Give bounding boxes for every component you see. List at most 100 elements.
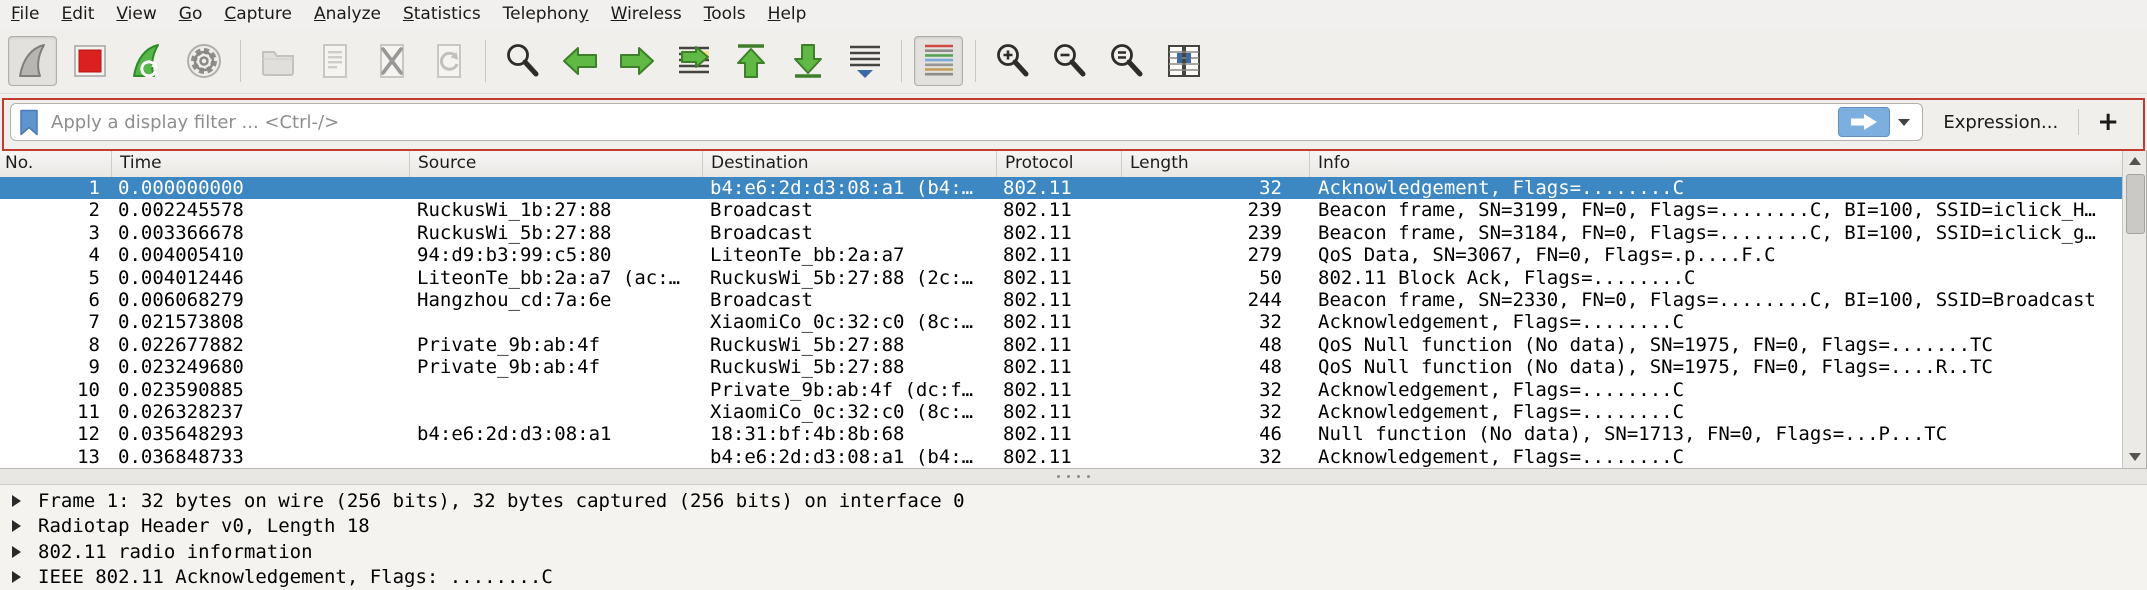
cell-destination: RuckusWi_5b:27:88 (2c:… xyxy=(703,267,997,289)
scrollbar-thumb[interactable] xyxy=(2126,174,2145,234)
packet-row-5[interactable]: 50.004012446LiteonTe_bb:2a:a7 (ac:…Rucku… xyxy=(0,267,2122,289)
menu-edit[interactable]: Edit xyxy=(50,0,105,29)
scroll-down-arrow[interactable] xyxy=(2123,446,2146,468)
add-filter-button[interactable]: + xyxy=(2079,109,2137,135)
column-header-source[interactable]: Source xyxy=(410,150,703,177)
apply-filter-button[interactable] xyxy=(1838,107,1890,137)
capture-options-button[interactable] xyxy=(179,36,228,86)
column-header-no[interactable]: No. xyxy=(0,150,112,177)
scroll-down-icon xyxy=(2129,453,2141,461)
packet-row-10[interactable]: 100.023590885Private_9b:ab:4f (dc:f…802.… xyxy=(0,379,2122,401)
cell-source: Private_9b:ab:4f xyxy=(410,356,703,378)
packet-row-6[interactable]: 60.006068279Hangzhou_cd:7a:6eBroadcast80… xyxy=(0,289,2122,311)
detail-row[interactable]: Frame 1: 32 bytes on wire (256 bits), 32… xyxy=(0,488,2147,514)
scroll-up-arrow[interactable] xyxy=(2123,150,2146,172)
menu-tools[interactable]: Tools xyxy=(693,0,757,29)
apply-arrow-icon xyxy=(1847,112,1881,132)
menu-telephony[interactable]: Telephony xyxy=(492,0,600,29)
cell-source: Private_9b:ab:4f xyxy=(410,334,703,356)
expander-icon[interactable] xyxy=(12,546,21,558)
expression-button[interactable]: Expression... xyxy=(1923,112,2078,133)
go-to-packet-button[interactable] xyxy=(669,36,718,86)
packet-row-11[interactable]: 110.026328237XiaomiCo_0c:32:c0 (8c:…802.… xyxy=(0,401,2122,423)
bookmark-icon[interactable] xyxy=(19,109,39,136)
expander-icon[interactable] xyxy=(12,495,21,507)
cell-no: 2 xyxy=(0,199,112,221)
menu-bar: FileEditViewGoCaptureAnalyzeStatisticsTe… xyxy=(0,0,2147,30)
cell-no: 1 xyxy=(0,177,112,199)
gear-icon xyxy=(184,41,224,81)
find-packet-button[interactable] xyxy=(498,36,547,86)
cell-length: 48 xyxy=(1122,356,1310,378)
menu-statistics[interactable]: Statistics xyxy=(392,0,492,29)
stop-capture-button[interactable] xyxy=(65,36,114,86)
column-header-time[interactable]: Time xyxy=(112,150,410,177)
save-file-button xyxy=(310,36,359,86)
menu-file[interactable]: File xyxy=(0,0,50,29)
zoom-in-button[interactable] xyxy=(988,36,1037,86)
column-header-destination[interactable]: Destination xyxy=(703,150,997,177)
colorize-button[interactable] xyxy=(914,36,963,86)
cell-time: 0.000000000 xyxy=(112,177,410,199)
resize-columns-button[interactable] xyxy=(1159,36,1208,86)
detail-row[interactable]: 802.11 radio information xyxy=(0,539,2147,565)
go-first-packet-button[interactable] xyxy=(726,36,775,86)
detail-row[interactable]: IEEE 802.11 Acknowledgement, Flags: ....… xyxy=(0,565,2147,590)
display-filter-input[interactable] xyxy=(43,112,1838,133)
cell-no: 5 xyxy=(0,267,112,289)
cell-info: Acknowledgement, Flags=........C xyxy=(1310,177,2122,199)
cell-time: 0.023590885 xyxy=(112,379,410,401)
cell-protocol: 802.11 xyxy=(997,267,1122,289)
cell-protocol: 802.11 xyxy=(997,423,1122,445)
go-forward-button[interactable] xyxy=(612,36,661,86)
menu-go[interactable]: Go xyxy=(168,0,214,29)
packet-row-8[interactable]: 80.022677882Private_9b:ab:4fRuckusWi_5b:… xyxy=(0,334,2122,356)
cell-info: QoS Data, SN=3067, FN=0, Flags=.p....F.C xyxy=(1310,244,2122,266)
zoom-out-button[interactable] xyxy=(1045,36,1094,86)
restart-capture-button[interactable] xyxy=(122,36,171,86)
cell-protocol: 802.11 xyxy=(997,289,1122,311)
cell-length: 46 xyxy=(1122,423,1310,445)
expander-icon[interactable] xyxy=(12,520,21,532)
menu-help[interactable]: Help xyxy=(757,0,818,29)
detail-text: Frame 1: 32 bytes on wire (256 bits), 32… xyxy=(38,490,965,512)
auto-scroll-button[interactable] xyxy=(840,36,889,86)
packet-row-4[interactable]: 40.00400541094:d9:b3:99:c5:80LiteonTe_bb… xyxy=(0,244,2122,266)
column-header-length[interactable]: Length xyxy=(1122,150,1310,177)
stop-icon xyxy=(70,41,110,81)
cell-time: 0.026328237 xyxy=(112,401,410,423)
column-header-protocol[interactable]: Protocol xyxy=(997,150,1122,177)
cell-protocol: 802.11 xyxy=(997,356,1122,378)
packet-row-7[interactable]: 70.021573808XiaomiCo_0c:32:c0 (8c:…802.1… xyxy=(0,311,2122,333)
menu-capture[interactable]: Capture xyxy=(213,0,303,29)
start-capture-button[interactable] xyxy=(8,36,57,86)
packet-row-1[interactable]: 10.000000000b4:e6:2d:d3:08:a1 (b4:…802.1… xyxy=(0,177,2122,199)
expander-icon[interactable] xyxy=(12,571,21,583)
go-back-button[interactable] xyxy=(555,36,604,86)
cell-destination: LiteonTe_bb:2a:a7 xyxy=(703,244,997,266)
vertical-scrollbar[interactable] xyxy=(2122,150,2147,468)
filter-dropdown-caret[interactable] xyxy=(1898,119,1910,126)
main-toolbar xyxy=(0,29,2147,93)
cell-protocol: 802.11 xyxy=(997,177,1122,199)
menu-wireless[interactable]: Wireless xyxy=(600,0,693,29)
cell-length: 32 xyxy=(1122,311,1310,333)
go-last-packet-button[interactable] xyxy=(783,36,832,86)
cell-source: 94:d9:b3:99:c5:80 xyxy=(410,244,703,266)
cell-info: Acknowledgement, Flags=........C xyxy=(1310,379,2122,401)
packet-row-3[interactable]: 30.003366678RuckusWi_5b:27:88Broadcast80… xyxy=(0,222,2122,244)
packet-row-9[interactable]: 90.023249680Private_9b:ab:4fRuckusWi_5b:… xyxy=(0,356,2122,378)
detail-row[interactable]: Radiotap Header v0, Length 18 xyxy=(0,514,2147,540)
zoom-reset-button[interactable] xyxy=(1102,36,1151,86)
cell-protocol: 802.11 xyxy=(997,244,1122,266)
column-header-info[interactable]: Info xyxy=(1310,150,2122,177)
zoom-in-icon xyxy=(993,41,1033,81)
packet-row-12[interactable]: 120.035648293b4:e6:2d:d3:08:a118:31:bf:4… xyxy=(0,423,2122,445)
packet-row-2[interactable]: 20.002245578RuckusWi_1b:27:88Broadcast80… xyxy=(0,199,2122,221)
cell-destination: RuckusWi_5b:27:88 xyxy=(703,334,997,356)
packet-row-13[interactable]: 130.036848733b4:e6:2d:d3:08:a1 (b4:…802.… xyxy=(0,446,2122,468)
menu-analyze[interactable]: Analyze xyxy=(303,0,392,29)
pane-splitter[interactable] xyxy=(0,468,2147,485)
menu-view[interactable]: View xyxy=(105,0,167,29)
wireshark-window: FileEditViewGoCaptureAnalyzeStatisticsTe… xyxy=(0,0,2147,590)
